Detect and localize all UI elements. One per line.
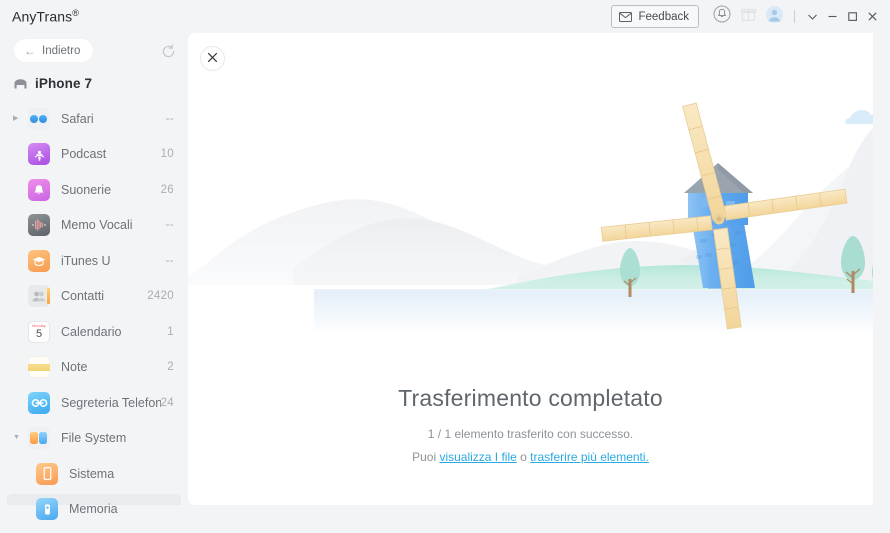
sidebar-item-podcast[interactable]: Podcast 10 — [0, 137, 188, 173]
sidebar-item-safari[interactable]: ▶ Safari -- — [0, 101, 188, 137]
sidebar-item-count: -- — [165, 112, 174, 125]
feedback-button[interactable]: Feedback — [611, 5, 699, 28]
arrow-left-icon: ← — [24, 43, 36, 58]
more-chevron-button[interactable] — [802, 5, 822, 29]
back-label: Indietro — [42, 44, 81, 57]
sidebar: ← Indietro iPhone 7 ▶ Safari -- Podcast … — [0, 33, 188, 533]
account-button[interactable] — [761, 4, 787, 30]
storage-icon — [36, 498, 58, 521]
sidebar-item-sistema[interactable]: Sistema — [0, 456, 188, 492]
calendar-icon: Monday 5 — [28, 320, 50, 343]
sidebar-item-file-system[interactable]: ▼ File System — [0, 421, 188, 457]
feedback-label: Feedback — [638, 10, 689, 23]
sidebar-item-label: Contatti — [61, 289, 105, 304]
transfer-more-link[interactable]: trasferire più elementi. — [530, 450, 649, 464]
refresh-icon — [160, 44, 177, 64]
gift-icon — [740, 6, 757, 28]
chevron-right-icon[interactable]: ▶ — [13, 115, 21, 123]
chevron-down-icon — [806, 10, 819, 23]
calendar-day-label: 5 — [35, 327, 43, 340]
sidebar-item-note[interactable]: Note 2 — [0, 350, 188, 386]
status-text-block: Trasferimento completato 1 / 1 elemento … — [188, 385, 873, 464]
sidebar-item-label: File System — [61, 431, 127, 446]
gift-button[interactable] — [735, 4, 761, 30]
next-actions-middle: o — [516, 450, 531, 464]
next-actions-line: Puoi visualizza I file o trasferire più … — [188, 450, 873, 464]
title-bar: AnyTrans® Feedback — [0, 0, 890, 33]
sidebar-item-label: Suonerie — [61, 182, 112, 197]
registered-mark: ® — [72, 8, 79, 18]
close-icon — [866, 10, 879, 23]
sidebar-item-segreteria-telefonica[interactable]: Segreteria Telefonica 24 — [0, 385, 188, 421]
sidebar-item-label: Safari — [61, 111, 94, 126]
cloud-group — [845, 110, 873, 124]
sidebar-item-list: ▶ Safari -- Podcast 10 Suonerie 26 Memo … — [0, 101, 188, 527]
minimize-icon — [826, 10, 839, 23]
sidebar-item-label: Podcast — [61, 147, 107, 162]
sidebar-item-label: Memo Vocali — [61, 218, 133, 233]
sidebar-item-calendario[interactable]: Monday 5 Calendario 1 — [0, 314, 188, 350]
envelope-icon — [619, 11, 633, 22]
sidebar-item-count: 24 — [160, 396, 174, 409]
sidebar-item-label: Memoria — [69, 502, 118, 517]
bell-icon — [713, 5, 731, 28]
contacts-icon — [28, 285, 50, 308]
divider — [794, 10, 795, 23]
device-icon — [13, 77, 28, 90]
view-files-link[interactable]: visualizza I file — [439, 450, 516, 464]
page-title: Trasferimento completato — [398, 385, 663, 411]
device-header[interactable]: iPhone 7 — [0, 68, 188, 98]
safari-icon — [28, 107, 50, 130]
sidebar-item-contatti[interactable]: Contatti 2420 — [0, 279, 188, 315]
itunes-u-icon — [28, 249, 50, 272]
sidebar-item-count: 1 — [167, 325, 174, 338]
anytrans-window: AnyTrans® Feedback ← Indietro iPhone 7 ▶… — [0, 0, 890, 533]
sidebar-item-memo-vocali[interactable]: Memo Vocali -- — [0, 208, 188, 244]
voice-memo-icon — [28, 214, 50, 237]
ringtones-icon — [28, 178, 50, 201]
sidebar-item-count: 2420 — [147, 290, 174, 303]
app-brand-name: AnyTrans — [12, 8, 73, 25]
sidebar-item-label: Segreteria Telefonica — [61, 395, 161, 410]
file-system-icon — [28, 427, 50, 450]
sidebar-item-suonerie[interactable]: Suonerie 26 — [0, 172, 188, 208]
voicemail-icon — [28, 391, 50, 414]
sidebar-item-count: 2 — [167, 361, 174, 374]
sidebar-item-count: 26 — [160, 183, 174, 196]
podcast-icon — [28, 143, 50, 166]
window-controls: Feedback — [611, 0, 882, 33]
close-panel-button[interactable] — [200, 46, 225, 71]
sidebar-toolbar: ← Indietro — [0, 33, 188, 68]
sidebar-item-label: iTunes U — [61, 253, 111, 268]
app-brand: AnyTrans® — [12, 8, 79, 25]
sidebar-item-count: 10 — [160, 148, 174, 161]
sidebar-item-count: -- — [165, 219, 174, 232]
transfer-summary: 1 / 1 elemento trasferito con successo. — [427, 427, 634, 441]
close-icon — [207, 50, 218, 68]
notes-icon — [28, 356, 50, 379]
windmill-landscape-illustration — [188, 33, 873, 333]
sidebar-item-itunes-u[interactable]: iTunes U -- — [0, 243, 188, 279]
notifications-button[interactable] — [709, 4, 735, 30]
system-icon — [36, 462, 58, 485]
sidebar-item-count: -- — [165, 254, 174, 267]
sidebar-item-label: Note — [61, 360, 88, 375]
minimize-button[interactable] — [822, 5, 842, 29]
account-avatar-icon — [765, 5, 783, 28]
refresh-button[interactable] — [160, 43, 177, 60]
next-actions-prefix: Puoi — [412, 450, 440, 464]
main-panel: Trasferimento completato 1 / 1 elemento … — [188, 33, 873, 505]
sidebar-item-label: Sistema — [69, 466, 115, 481]
back-button[interactable]: ← Indietro — [14, 39, 94, 62]
maximize-icon — [846, 10, 859, 23]
close-window-button[interactable] — [862, 5, 882, 29]
device-name: iPhone 7 — [35, 75, 93, 91]
chevron-down-icon[interactable]: ▼ — [13, 434, 21, 442]
sidebar-item-label: Calendario — [61, 324, 122, 339]
maximize-button[interactable] — [842, 5, 862, 29]
